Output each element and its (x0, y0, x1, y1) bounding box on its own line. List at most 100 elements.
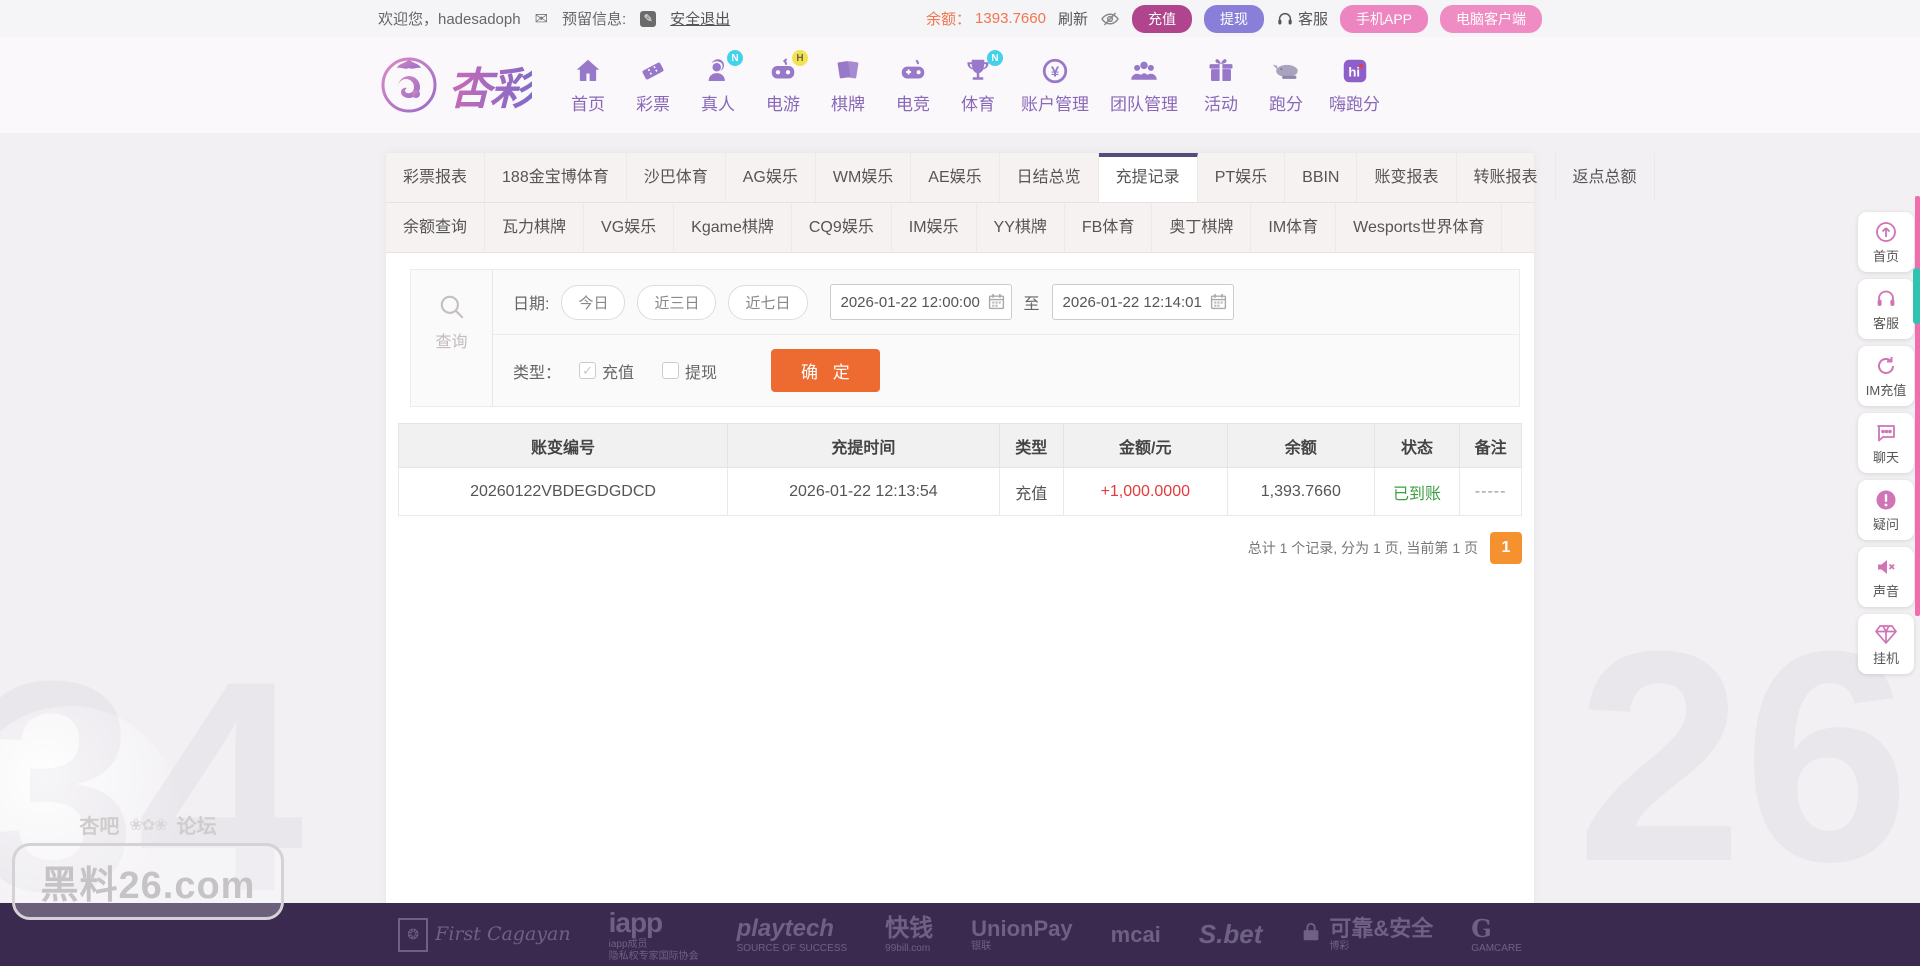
scrollbar-thumb[interactable] (1913, 268, 1920, 324)
footer-logo-text: mcai (1111, 922, 1161, 947)
nav-item-sports[interactable]: N 体育 (956, 50, 1003, 115)
tab-日结总览[interactable]: 日结总览 (1000, 153, 1099, 202)
quick-range-近三日[interactable]: 近三日 (637, 284, 717, 320)
query-box: 查询 日期: 今日近三日近七日 至 (410, 269, 1520, 407)
page-1-button[interactable]: 1 (1490, 532, 1522, 564)
flourish-ornament-icon: ❀✿❀ (129, 816, 167, 834)
footer-logo-iapp: iapp iapp成员 隐私权专家国际协会 (609, 907, 699, 962)
tabs-row-1: 彩票报表 188金宝博体育 沙巴体育 AG娱乐 WM娱乐 AE娱乐 日结总览 充提记录 PT娱乐… (386, 153, 1655, 203)
tab-AG娱乐[interactable]: AG娱乐 (726, 153, 816, 202)
tab-Wesports世界体育[interactable]: Wesports世界体育 (1336, 203, 1503, 252)
table-cell: 充值 (998, 467, 1064, 516)
nav-item-label: 体育 (961, 95, 995, 114)
nav-item-promo[interactable]: 活动 (1199, 55, 1243, 115)
nav-item-label: 账户管理 (1021, 95, 1089, 114)
side-tab-sound[interactable]: 声音 (1858, 547, 1914, 607)
welcome-text: 欢迎您，hadesadoph (378, 11, 521, 28)
nav-item-label: 彩票 (636, 95, 670, 114)
tab-瓦力棋牌[interactable]: 瓦力棋牌 (485, 203, 585, 252)
nav-item-egame[interactable]: H 电游 (761, 50, 808, 115)
footer-logo-playtech: playtech SOURCE OF SUCCESS (737, 915, 848, 954)
nav-item-team[interactable]: 团队管理 (1110, 55, 1178, 115)
tab-奥丁棋牌[interactable]: 奥丁棋牌 (1152, 203, 1252, 252)
edit-icon[interactable]: ✎ (640, 10, 657, 27)
nav-item-board[interactable]: 棋牌 (826, 55, 870, 115)
mail-icon[interactable]: ✉ (535, 9, 548, 29)
table-cell: 2026-01-22 12:13:54 (727, 467, 1000, 516)
refresh-link[interactable]: 刷新 (1058, 8, 1088, 29)
footer-logo-sub-text: iapp成员 (608, 939, 648, 951)
date-from-input[interactable] (829, 284, 1012, 320)
tab-VG娱乐[interactable]: VG娱乐 (584, 203, 675, 252)
eye-off-icon[interactable] (1100, 9, 1120, 29)
date-to-label: 至 (1023, 296, 1040, 313)
side-tab-faq[interactable]: 疑问 (1858, 480, 1914, 540)
nav-item-hipaofen[interactable]: hi 嗨跑分 (1329, 55, 1380, 115)
nav-item-esports[interactable]: 电竞 (891, 55, 935, 115)
tab-转账报表[interactable]: 转账报表 (1457, 153, 1556, 202)
date-from-wrap (829, 284, 1012, 320)
tab-YY棋牌[interactable]: YY棋牌 (977, 203, 1065, 252)
watermark: 杏吧 ❀✿❀ 论坛 黑料26.com (12, 810, 284, 920)
tab-188金宝博体育[interactable]: 188金宝博体育 (485, 153, 627, 202)
nav-item-label: 电竞 (896, 95, 930, 114)
tab-PT娱乐[interactable]: PT娱乐 (1198, 153, 1286, 202)
arrow-up-circle-icon (1874, 220, 1898, 244)
paofen-rhino-icon (1270, 55, 1302, 87)
tab-IM体育[interactable]: IM体育 (1251, 203, 1337, 252)
quick-range-今日[interactable]: 今日 (561, 284, 626, 320)
side-tab-label: 聊天 (1872, 450, 1899, 465)
tab-Kgame棋牌[interactable]: Kgame棋牌 (674, 203, 792, 252)
footer-logo-unionpay: UnionPay 银联 (971, 916, 1072, 953)
footer-logo-main-text: First Cagayan (435, 922, 571, 945)
side-tab-impay[interactable]: IM充值 (1858, 346, 1914, 406)
brand-logo[interactable]: 杏彩 (378, 53, 534, 117)
tab-账变报表[interactable]: 账变报表 (1357, 153, 1457, 202)
exclamation-icon (1874, 488, 1898, 512)
tab-余额查询[interactable]: 余额查询 (386, 203, 486, 252)
tab-CQ9娱乐[interactable]: CQ9娱乐 (792, 203, 892, 252)
confirm-button[interactable]: 确 定 (771, 349, 880, 392)
nav-item-home[interactable]: 首页 (566, 55, 610, 115)
checkbox[interactable]: ✓ (579, 362, 597, 379)
tab-WM娱乐[interactable]: WM娱乐 (816, 153, 912, 202)
nav-item-paofen[interactable]: 跑分 (1264, 55, 1308, 115)
table-cell: ----- (1459, 467, 1522, 516)
tab-彩票报表[interactable]: 彩票报表 (386, 153, 486, 202)
pc-client-button[interactable]: 电脑客户端 (1440, 4, 1542, 33)
type-option-充值[interactable]: ✓ 充值 (579, 359, 634, 383)
table-header-row: 账变编号 充提时间 类型 金额/元 余额 状态 备注 (397, 423, 1522, 468)
calendar-icon[interactable] (1210, 293, 1227, 315)
tab-沙巴体育[interactable]: 沙巴体育 (627, 153, 726, 202)
side-tab-chat[interactable]: 聊天 (1858, 413, 1914, 473)
logout-link[interactable]: 安全退出 (670, 8, 730, 29)
new-badge: H (792, 50, 808, 66)
footer-logo-secure: 可靠&安全 博彩 (1300, 916, 1433, 953)
side-tab-home[interactable]: 首页 (1858, 212, 1914, 272)
nav-item-label: 棋牌 (831, 95, 865, 114)
records-table: 账变编号 充提时间 类型 金额/元 余额 状态 备注 20260122VBDEGDGDCD 2… (397, 423, 1522, 516)
nav-item-live[interactable]: N 真人 (696, 50, 743, 115)
nav-item-account[interactable]: ¥ 账户管理 (1021, 55, 1089, 115)
side-tab-afk[interactable]: 挂机 (1858, 614, 1914, 674)
tab-FB体育[interactable]: FB体育 (1065, 203, 1153, 252)
tab-返点总额[interactable]: 返点总额 (1556, 153, 1655, 202)
quick-range-近七日[interactable]: 近七日 (728, 284, 808, 320)
nav-item-lottery[interactable]: 彩票 (631, 55, 675, 115)
mobile-app-button[interactable]: 手机APP (1339, 4, 1428, 33)
customer-service-link[interactable]: 客服 (1276, 8, 1328, 29)
withdraw-button[interactable]: 提现 (1203, 4, 1264, 33)
calendar-icon[interactable] (988, 293, 1005, 315)
deposit-button[interactable]: 充值 (1131, 4, 1192, 33)
tab-AE娱乐[interactable]: AE娱乐 (911, 153, 1000, 202)
date-to-input[interactable] (1051, 284, 1234, 320)
tab-IM娱乐[interactable]: IM娱乐 (892, 203, 977, 252)
side-tab-service[interactable]: 客服 (1858, 279, 1914, 339)
type-option-提现[interactable]: 提现 (662, 359, 717, 383)
lottery-ticket-icon (637, 55, 669, 87)
tab-充提记录[interactable]: 充提记录 (1098, 153, 1198, 202)
table-cell: 已到账 (1373, 467, 1461, 516)
scrollbar-track[interactable] (1915, 196, 1920, 616)
tab-BBIN[interactable]: BBIN (1285, 153, 1358, 202)
checkbox[interactable] (662, 362, 680, 379)
